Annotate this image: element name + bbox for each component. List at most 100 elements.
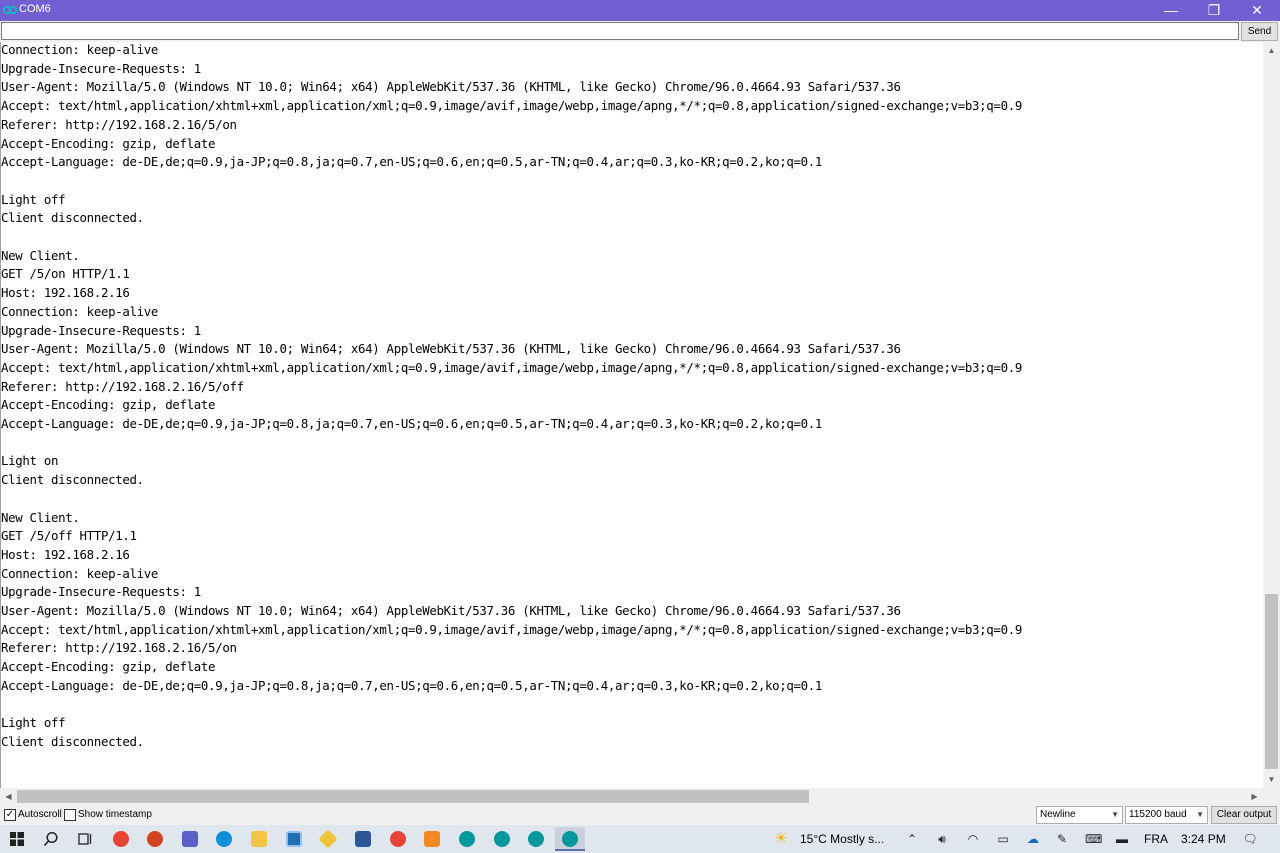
log-line: Host: 192.168.2.16 [1,546,130,562]
windows-icon [10,832,24,846]
log-line: Connection: keep-alive [1,42,159,57]
log-line: Referer: http://192.168.2.16/5/off [1,378,244,394]
status-bar: ✓ Autoscroll Show timestamp Newline ▼ 11… [0,805,1280,825]
log-line: Referer: http://192.168.2.16/5/on [1,640,237,656]
search-button[interactable] [36,827,66,851]
log-line: Light on [1,453,59,469]
pen-icon[interactable]: ✎ [1054,831,1070,847]
taskbar-teams[interactable] [175,827,205,851]
chrome-icon [113,831,129,847]
log-line: Accept: text/html,application/xhtml+xml,… [1,621,1022,637]
teams-icon [182,831,198,847]
window-title: COM6 [19,3,51,15]
vertical-scroll-thumb[interactable] [1265,594,1278,769]
scroll-down-icon[interactable]: ▼ [1263,771,1280,788]
arduino-icon [528,831,544,847]
horizontal-scroll-thumb[interactable] [17,790,809,803]
chevron-down-icon: ▼ [1196,810,1204,819]
chevron-up-icon[interactable]: ⌃ [904,831,920,847]
log-line: Light off [1,715,66,731]
taskbar-arduino-active[interactable] [555,827,585,851]
taskbar-edge[interactable] [209,827,239,851]
log-line: Connection: keep-alive [1,303,159,319]
minimize-button[interactable]: — [1148,0,1194,21]
scrollbar-corner [1263,788,1280,805]
powerpoint-icon [147,831,163,847]
scroll-right-icon[interactable]: ▶ [1246,788,1263,805]
show-timestamp-checkbox[interactable] [64,809,76,821]
arduino-icon [494,831,510,847]
log-line: Client disconnected. [1,733,144,749]
log-line: Accept-Encoding: gzip, deflate [1,135,216,151]
log-line: GET /5/on HTTP/1.1 [1,266,130,282]
close-button[interactable]: ✕ [1234,0,1280,21]
task-view-icon [78,833,92,845]
taskbar-chrome[interactable] [106,827,136,851]
taskbar-arduino-2[interactable] [487,827,517,851]
taskbar-app-blue[interactable] [279,827,309,851]
line-ending-value: Newline [1040,809,1076,820]
log-line: User-Agent: Mozilla/5.0 (Windows NT 10.0… [1,603,901,618]
log-line: User-Agent: Mozilla/5.0 (Windows NT 10.0… [1,341,901,357]
serial-output[interactable]: Connection: keep-alive Upgrade-Insecure-R… [0,42,1263,788]
taskbar-powerpoint[interactable] [140,827,170,851]
notifications-icon[interactable]: 🗨︎ [1242,831,1258,847]
taskbar-eclipse[interactable] [417,827,447,851]
weather-text[interactable]: 15°C Mostly s... [800,832,884,846]
taskbar-arduino-1[interactable] [452,827,482,851]
folder-icon [251,831,267,847]
log-line: Client disconnected. [1,472,144,488]
autoscroll-checkbox[interactable]: ✓ [4,809,16,821]
log-line: Client disconnected. [1,210,144,226]
keyboard-icon[interactable]: ⌨ [1085,831,1102,847]
log-line: Accept: text/html,application/xhtml+xml,… [1,359,1022,375]
vertical-scrollbar[interactable]: ▲ ▼ [1263,42,1280,788]
start-button[interactable] [2,827,32,851]
taskbar-git[interactable] [313,827,343,851]
log-line: Accept-Language: de-DE,de;q=0.9,ja-JP;q=… [1,677,823,693]
chrome-icon [390,831,406,847]
log-line: Upgrade-Insecure-Requests: 1 [1,60,201,76]
send-button[interactable]: Send [1241,22,1278,41]
log-line: Host: 192.168.2.16 [1,285,130,301]
taskbar-word[interactable] [348,827,378,851]
scroll-up-icon[interactable]: ▲ [1263,42,1280,59]
horizontal-scrollbar[interactable]: ◀ ▶ [0,788,1263,805]
log-line: Accept-Encoding: gzip, deflate [1,397,216,413]
taskbar-chrome-2[interactable] [383,827,413,851]
arduino-icon [562,831,578,847]
arduino-icon [459,831,475,847]
scroll-left-icon[interactable]: ◀ [0,788,17,805]
windows-taskbar: ☀ 15°C Mostly s... ⌃ 🔊︎ ◠ ▭ ☁ ✎ ⌨ ▬ FRA … [0,825,1280,853]
log-line: Light off [1,191,66,207]
restore-button[interactable]: ❐ [1191,0,1237,21]
taskbar-file-explorer[interactable] [244,827,274,851]
wifi-icon[interactable]: ◠ [965,831,981,847]
baud-rate-select[interactable]: 115200 baud ▼ [1125,806,1208,824]
weather-icon[interactable]: ☀ [773,831,789,847]
language-indicator[interactable]: FRA [1144,832,1168,846]
volume-icon[interactable]: 🔊︎ [934,831,950,847]
log-line: New Client. [1,509,80,525]
log-line: Upgrade-Insecure-Requests: 1 [1,584,201,600]
log-line: Connection: keep-alive [1,565,159,581]
battery-icon[interactable]: ▭ [995,831,1011,847]
log-line: Accept-Encoding: gzip, deflate [1,659,216,675]
clock[interactable]: 3:24 PM [1181,832,1226,846]
title-bar: COM6 — ❐ ✕ [0,0,1280,21]
baud-rate-value: 115200 baud [1129,809,1187,820]
autoscroll-label[interactable]: Autoscroll [18,809,62,820]
clear-output-button[interactable]: Clear output [1211,806,1277,824]
search-icon [43,831,58,847]
task-view-button[interactable] [70,827,100,851]
taskbar-arduino-3[interactable] [521,827,551,851]
arduino-icon [3,6,17,14]
eclipse-icon [424,831,440,847]
word-icon [355,831,371,847]
display-icon[interactable]: ▬ [1114,831,1130,847]
show-timestamp-label[interactable]: Show timestamp [78,809,152,820]
serial-input[interactable] [1,22,1239,40]
onedrive-icon[interactable]: ☁ [1025,831,1041,847]
log-line: New Client. [1,247,80,263]
line-ending-select[interactable]: Newline ▼ [1036,806,1123,824]
